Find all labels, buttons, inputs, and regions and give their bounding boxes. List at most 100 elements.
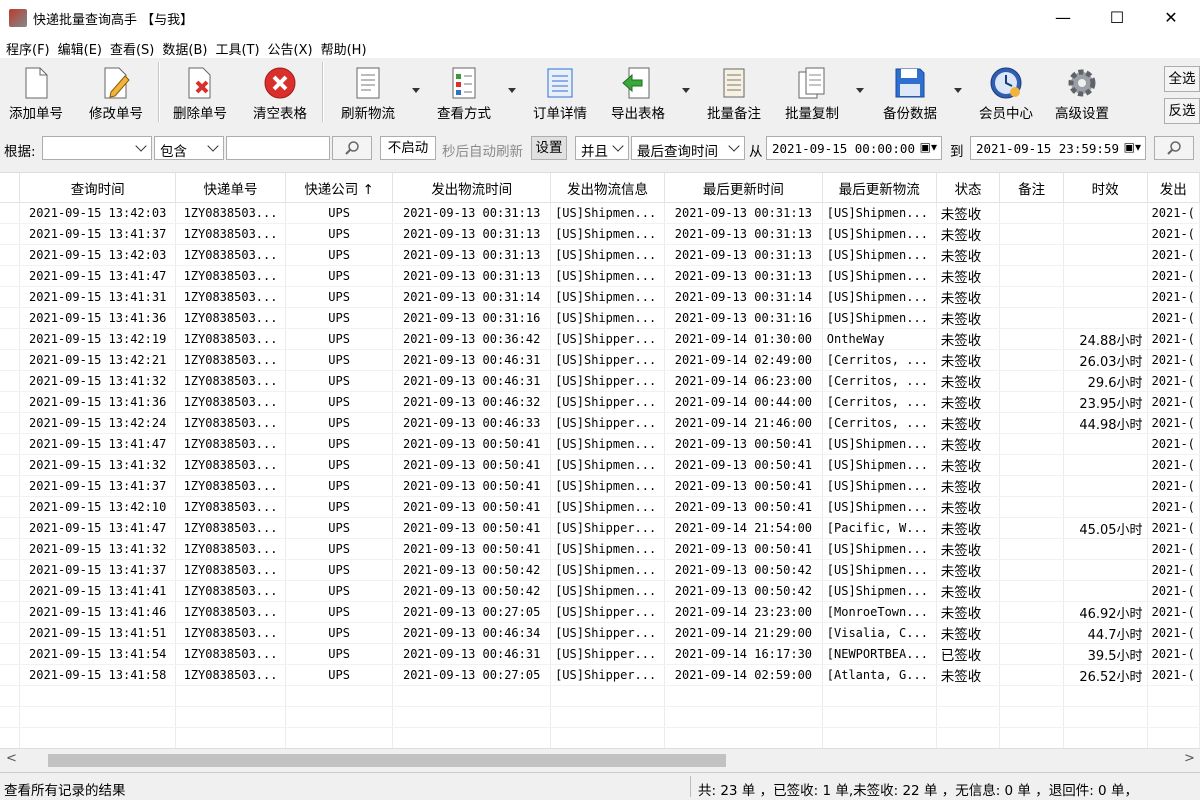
member-center-button[interactable]: 会员中心	[972, 58, 1040, 126]
results-table[interactable]: 查询时间 快递单号 快递公司 ↑ 发出物流时间 发出物流信息 最后更新时间 最后…	[0, 172, 1200, 749]
ship-time-cell: 2021-09-13 00:46:33	[392, 412, 552, 434]
to-label: 到	[950, 144, 964, 160]
table-row[interactable]: 2021-09-15 13:41:47 1ZY0838503... UPS 2021-…	[0, 517, 1200, 539]
scroll-left-arrow[interactable]: <	[6, 751, 17, 766]
table-row[interactable]	[0, 727, 1200, 749]
table-row[interactable]: 2021-09-15 13:42:10 1ZY0838503... UPS 2021-…	[0, 496, 1200, 518]
table-row[interactable]: 2021-09-15 13:41:46 1ZY0838503... UPS 2021-…	[0, 601, 1200, 623]
table-row[interactable]: 2021-09-15 13:41:41 1ZY0838503... UPS 2021-…	[0, 580, 1200, 602]
courier-cell: UPS	[285, 580, 394, 602]
edit-number-button[interactable]: 修改单号	[84, 58, 148, 126]
delete-number-button[interactable]: 删除单号	[168, 58, 232, 126]
date-search-button[interactable]	[1154, 136, 1194, 160]
table-row[interactable]: 2021-09-15 13:41:54 1ZY0838503... UPS 2021-…	[0, 643, 1200, 665]
horizontal-scrollbar[interactable]: < >	[0, 748, 1200, 771]
batch-copy-button[interactable]: 批量复制	[780, 58, 844, 126]
maximize-button[interactable]: ☐	[1090, 0, 1144, 36]
menu-data[interactable]: 数据(B)	[156, 36, 209, 58]
column-header[interactable]: 备注	[999, 173, 1064, 203]
table-row[interactable]: 2021-09-15 13:41:32 1ZY0838503... UPS 2021-…	[0, 538, 1200, 560]
column-header[interactable]: 查询时间	[19, 173, 177, 203]
view-mode-button[interactable]: 查看方式	[430, 58, 498, 126]
advanced-settings-button[interactable]: 高级设置	[1050, 58, 1114, 126]
table-row[interactable]: 2021-09-15 13:42:03 1ZY0838503... UPS 2021-…	[0, 202, 1200, 224]
status-cell: 未签收	[936, 559, 1001, 581]
table-row[interactable]: 2021-09-15 13:41:37 1ZY0838503... UPS 2021-…	[0, 223, 1200, 245]
copy-dropdown-arrow[interactable]	[856, 88, 864, 93]
column-header[interactable]: 快递公司 ↑	[285, 173, 394, 203]
from-date-picker[interactable]: 2021-09-15 00:00:00 ▣▾	[766, 136, 942, 160]
table-row[interactable]: 2021-09-15 13:41:51 1ZY0838503... UPS 2021-…	[0, 622, 1200, 644]
scrollbar-thumb[interactable]	[48, 754, 726, 767]
scroll-right-arrow[interactable]: >	[1184, 751, 1195, 766]
table-row[interactable]	[0, 685, 1200, 707]
order-detail-button[interactable]: 订单详情	[528, 58, 592, 126]
last-update-time-cell: 2021-09-14 21:46:00	[664, 412, 823, 434]
backup-data-button[interactable]: 备份数据	[876, 58, 944, 126]
table-row[interactable]: 2021-09-15 13:41:58 1ZY0838503... UPS 2021-…	[0, 664, 1200, 686]
column-header[interactable]: 发出物流信息	[550, 173, 665, 203]
table-row[interactable]: 2021-09-15 13:41:37 1ZY0838503... UPS 2021-…	[0, 559, 1200, 581]
menu-view[interactable]: 查看(S)	[104, 36, 156, 58]
menu-tools[interactable]: 工具(T)	[209, 36, 261, 58]
filter-field-select[interactable]	[42, 136, 152, 160]
table-row[interactable]: 2021-09-15 13:41:36 1ZY0838503... UPS 2021-…	[0, 391, 1200, 413]
table-row[interactable]: 2021-09-15 13:41:36 1ZY0838503... UPS 2021-…	[0, 307, 1200, 329]
duration-cell	[1063, 265, 1148, 287]
add-number-button[interactable]: 添加单号	[4, 58, 68, 126]
column-header[interactable]: 最后更新物流	[822, 173, 937, 203]
tracking-number-cell: 1ZY0838503...	[175, 433, 286, 455]
refresh-tracking-button[interactable]: 刷新物流	[334, 58, 402, 126]
delete-document-icon	[188, 67, 211, 99]
row-header-cell	[0, 454, 21, 476]
refresh-dropdown-arrow[interactable]	[412, 88, 420, 93]
search-button[interactable]	[332, 136, 372, 160]
table-row[interactable]: 2021-09-15 13:41:32 1ZY0838503... UPS 2021-…	[0, 370, 1200, 392]
duration-cell: 24.88小时	[1063, 328, 1148, 350]
to-date-picker[interactable]: 2021-09-15 23:59:59 ▣▾	[970, 136, 1146, 160]
select-all-button[interactable]: 全选	[1164, 66, 1200, 92]
batch-note-button[interactable]: 批量备注	[702, 58, 766, 126]
export-table-button[interactable]: 导出表格	[606, 58, 670, 126]
export-dropdown-arrow[interactable]	[682, 88, 690, 93]
ship-info-cell: [US]Shipmen...	[550, 223, 665, 245]
table-row[interactable]: 2021-09-15 13:42:03 1ZY0838503... UPS 2021-…	[0, 244, 1200, 266]
backup-dropdown-arrow[interactable]	[954, 88, 962, 93]
logic-select[interactable]: 并且	[575, 136, 629, 160]
settings-button[interactable]: 设置	[531, 136, 567, 160]
close-button[interactable]: ✕	[1144, 0, 1198, 36]
keyword-input[interactable]	[226, 136, 330, 160]
table-row[interactable]: 2021-09-15 13:41:47 1ZY0838503... UPS 2021-…	[0, 265, 1200, 287]
menu-program[interactable]: 程序(F)	[0, 36, 52, 58]
column-header[interactable]: 发出	[1147, 173, 1200, 203]
minimize-button[interactable]: —	[1036, 0, 1090, 36]
table-row[interactable]: 2021-09-15 13:41:32 1ZY0838503... UPS 2021-…	[0, 454, 1200, 476]
query-time-cell: 2021-09-15 13:41:37	[19, 475, 177, 497]
column-header[interactable]: 发出物流时间	[392, 173, 552, 203]
view-mode-dropdown-arrow[interactable]	[508, 88, 516, 93]
auto-refresh-button[interactable]: 不启动	[380, 136, 436, 160]
status-cell: 未签收	[936, 454, 1001, 476]
status-cell: 未签收	[936, 286, 1001, 308]
table-row[interactable]: 2021-09-15 13:42:19 1ZY0838503... UPS 2021-…	[0, 328, 1200, 350]
time-field-select[interactable]: 最后查询时间	[631, 136, 745, 160]
menu-notice[interactable]: 公告(X)	[262, 36, 315, 58]
table-row[interactable]: 2021-09-15 13:41:31 1ZY0838503... UPS 2021-…	[0, 286, 1200, 308]
column-header[interactable]: 最后更新时间	[664, 173, 823, 203]
menu-edit[interactable]: 编辑(E)	[52, 36, 104, 58]
tracking-number-cell: 1ZY0838503...	[175, 244, 286, 266]
invert-selection-button[interactable]: 反选	[1164, 98, 1200, 124]
column-header[interactable]: 快递单号	[175, 173, 286, 203]
menu-help[interactable]: 帮助(H)	[315, 36, 369, 58]
table-row[interactable]: 2021-09-15 13:42:21 1ZY0838503... UPS 2021-…	[0, 349, 1200, 371]
column-header[interactable]: 时效	[1063, 173, 1148, 203]
column-header[interactable]: 状态	[936, 173, 1001, 203]
table-row[interactable]	[0, 706, 1200, 728]
clear-table-button[interactable]: 清空表格	[248, 58, 312, 126]
row-header-cell	[0, 685, 21, 707]
table-row[interactable]: 2021-09-15 13:41:47 1ZY0838503... UPS 2021-…	[0, 433, 1200, 455]
ship-time-cell: 2021-09-13 00:46:31	[392, 643, 552, 665]
table-row[interactable]: 2021-09-15 13:41:37 1ZY0838503... UPS 2021-…	[0, 475, 1200, 497]
match-mode-select[interactable]: 包含	[154, 136, 224, 160]
table-row[interactable]: 2021-09-15 13:42:24 1ZY0838503... UPS 2021-…	[0, 412, 1200, 434]
